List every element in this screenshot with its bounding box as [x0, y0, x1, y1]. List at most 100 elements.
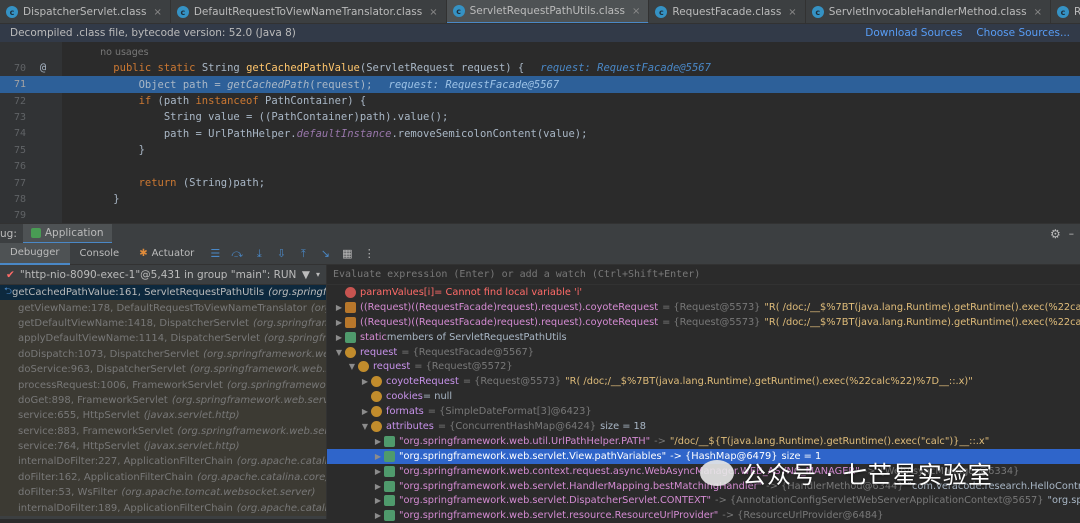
variable-row[interactable]: ▼ attributes = {ConcurrentHashMap@6424} si… — [327, 419, 1080, 434]
step-out-icon[interactable]: ⤒ — [295, 247, 311, 261]
expand-arrow-icon[interactable]: ▶ — [333, 318, 345, 327]
line-number[interactable]: 73 — [0, 112, 26, 123]
collapse-arrow-icon[interactable]: ▼ — [359, 422, 371, 431]
code-line[interactable]: 77 return (String)path; — [0, 175, 1080, 192]
stack-frame[interactable]: getDefaultViewName:1418, DispatcherServl… — [0, 315, 326, 332]
tab-console[interactable]: Console — [70, 243, 130, 265]
wechat-watermark: 公众号 · 七芒星实验室 — [700, 455, 993, 490]
expand-arrow-icon[interactable]: ▶ — [333, 333, 345, 342]
line-number[interactable]: 74 — [0, 128, 26, 139]
variable-row[interactable]: ▶ "org.springframework.web.util.UrlPathHe… — [327, 434, 1080, 449]
code-line[interactable]: 72 if (path instanceof PathContainer) { — [0, 93, 1080, 110]
variable-row[interactable]: ▼ request = {Request@5572} — [327, 359, 1080, 374]
tab-file-1[interactable]: c DefaultRequestToViewNameTranslator.clas… — [171, 0, 447, 23]
layout-menu-icon[interactable]: ☰ — [207, 247, 223, 261]
more-options-icon[interactable]: ⋮ — [361, 247, 377, 261]
step-over-icon[interactable]: ⤼ — [229, 247, 245, 261]
tab-file-3[interactable]: c RequestFacade.class × — [649, 0, 806, 23]
expand-arrow-icon[interactable]: ▶ — [372, 437, 384, 446]
line-number[interactable]: 72 — [0, 96, 26, 107]
stack-frame[interactable]: doFilter:162, ApplicationFilterChain (org… — [0, 469, 326, 486]
tab-file-5[interactable]: cRequestMappingHandlerAdapter.class× — [1051, 0, 1080, 23]
close-icon[interactable]: × — [788, 7, 796, 18]
code-editor[interactable]: no usages 70 @ public static String getCac… — [0, 42, 1080, 223]
stack-frame[interactable]: service:655, HttpServlet (javax.servlet.h… — [0, 408, 326, 424]
expand-arrow-icon[interactable]: ▶ — [372, 452, 384, 461]
line-number[interactable]: 71 — [0, 79, 26, 90]
expand-arrow-icon[interactable]: ▶ — [372, 482, 384, 491]
frame-package: (org.springframework.web.servlet) — [177, 425, 326, 437]
stack-frame[interactable]: doService:963, DispatcherServlet (org.spr… — [0, 361, 326, 378]
variable-row[interactable]: paramValues[i] = Cannot find local varia… — [327, 285, 1080, 300]
code-line-current[interactable]: 71 Object path = getCachedPath(request);… — [0, 76, 1080, 93]
variable-row[interactable]: ▼ request = {RequestFacade@5567} — [327, 345, 1080, 360]
variable-row[interactable]: ▶ "org.springframework.web.servlet.Dispat… — [327, 493, 1080, 508]
variable-row[interactable]: ▶ coyoteRequest = {Request@5573} "R( /doc;/… — [327, 374, 1080, 389]
variable-row[interactable]: ▶ static members of ServletRequestPathUti… — [327, 330, 1080, 345]
evaluate-expression-input[interactable]: Evaluate expression (Enter) or add a wat… — [327, 265, 1080, 285]
tab-actuator[interactable]: ✱ Actuator — [129, 243, 204, 265]
close-icon[interactable]: × — [632, 6, 640, 17]
code-token: .removeSemicolonContent(value); — [391, 127, 588, 140]
line-number[interactable]: 76 — [0, 161, 26, 172]
dropdown-icon[interactable]: ▾ — [316, 270, 320, 279]
tab-file-4[interactable]: c ServletInvocableHandlerMethod.class × — [806, 0, 1051, 23]
stack-frame[interactable]: getViewName:178, DefaultRequestToViewNam… — [0, 300, 326, 316]
code-line[interactable]: 70 @ public static String getCachedPathVa… — [0, 60, 1080, 77]
stack-frame[interactable]: doFilter:53, WsFilter (org.apache.tomcat.… — [0, 485, 326, 501]
stack-frame[interactable]: doDispatch:1073, DispatcherServlet (org.s… — [0, 346, 326, 362]
run-config-tab[interactable]: Application — [22, 223, 112, 244]
tab-label: RequestFacade.class — [672, 6, 782, 18]
tab-file-2[interactable]: c ServletRequestPathUtils.class × — [446, 0, 650, 23]
tab-file-0[interactable]: c DispatcherServlet.class × — [0, 0, 171, 23]
filter-icon[interactable]: ▼ — [302, 269, 310, 281]
close-icon[interactable]: × — [429, 7, 437, 18]
run-to-cursor-icon[interactable]: ↘ — [317, 247, 333, 261]
code-line[interactable]: 73 String value = ((PathContainer)path).… — [0, 109, 1080, 126]
code-line[interactable]: 78 } — [0, 191, 1080, 208]
collapse-arrow-icon[interactable]: ▼ — [346, 362, 358, 371]
stack-frame[interactable]: internalDoFilter:189, ApplicationFilterC… — [0, 500, 326, 516]
tab-debugger[interactable]: Debugger — [0, 242, 70, 265]
close-icon[interactable]: × — [1034, 7, 1042, 18]
stack-frame[interactable]: ⮌ getCachedPathValue:161, ServletRequest… — [0, 285, 326, 301]
close-icon[interactable]: × — [153, 7, 161, 18]
thread-selector[interactable]: ✔ "http-nio-8090-exec-1"@5,431 in group … — [0, 265, 326, 285]
download-sources-link[interactable]: Download Sources — [865, 27, 962, 39]
line-number[interactable]: 70 — [0, 63, 26, 74]
current-frame-icon: ⮌ — [4, 286, 13, 298]
code-line[interactable]: 79 — [0, 208, 1080, 225]
expand-arrow-icon[interactable]: ▶ — [359, 407, 371, 416]
stack-frame[interactable]: service:883, FrameworkServlet (org.spring… — [0, 423, 326, 439]
hide-panel-icon[interactable]: – — [1069, 228, 1074, 240]
stack-frame[interactable]: applyDefaultViewName:1114, DispatcherSer… — [0, 331, 326, 347]
settings-gear-icon[interactable]: ⚙ — [1050, 227, 1061, 241]
stack-frame[interactable]: internalDoFilter:227, ApplicationFilterC… — [0, 454, 326, 470]
variable-row[interactable]: cookies = null — [327, 389, 1080, 404]
expand-arrow-icon[interactable]: ▶ — [372, 467, 384, 476]
override-marker-icon[interactable]: @ — [26, 62, 60, 74]
line-number[interactable]: 75 — [0, 145, 26, 156]
expand-arrow-icon[interactable]: ▶ — [372, 496, 384, 505]
code-line[interactable]: 76 — [0, 158, 1080, 175]
line-number[interactable]: 78 — [0, 194, 26, 205]
variable-row[interactable]: ▶ ((Request)((RequestFacade)request).requ… — [327, 300, 1080, 315]
code-line[interactable]: 74 path = UrlPathHelper.defaultInstance.… — [0, 126, 1080, 143]
stack-frame[interactable]: processRequest:1006, FrameworkServlet (or… — [0, 377, 326, 393]
step-into-icon[interactable]: ⤓ — [251, 247, 267, 261]
force-step-into-icon[interactable]: ⇩ — [273, 247, 289, 261]
variable-row[interactable]: ▶ "org.springframework.web.servlet.resour… — [327, 508, 1080, 523]
stack-frame[interactable]: doGet:898, FrameworkServlet (org.springfr… — [0, 392, 326, 409]
variable-row[interactable]: ▶ formats = {SimpleDateFormat[3]@6423} — [327, 404, 1080, 419]
line-number[interactable]: 77 — [0, 178, 26, 189]
inline-debug-value: request: RequestFacade@5567 — [388, 78, 560, 91]
expand-arrow-icon[interactable]: ▶ — [333, 303, 345, 312]
collapse-arrow-icon[interactable]: ▼ — [333, 348, 345, 357]
stack-frame[interactable]: service:764, HttpServlet (javax.servlet.h… — [0, 438, 326, 455]
code-line[interactable]: 75 } — [0, 142, 1080, 159]
line-number[interactable]: 79 — [0, 210, 26, 221]
variable-row[interactable]: ▶ ((Request)((RequestFacade)request).requ… — [327, 315, 1080, 330]
expand-arrow-icon[interactable]: ▶ — [359, 377, 371, 386]
evaluate-table-icon[interactable]: ▦ — [339, 247, 355, 261]
choose-sources-link[interactable]: Choose Sources... — [976, 27, 1070, 39]
